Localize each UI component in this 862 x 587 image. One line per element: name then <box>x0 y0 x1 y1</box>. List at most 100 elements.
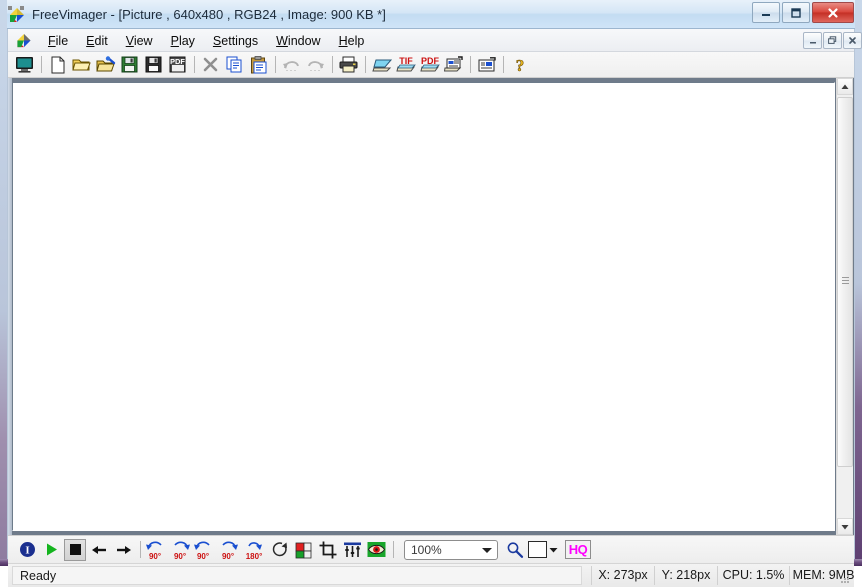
svg-text:PDF: PDF <box>170 57 185 66</box>
mdi-restore-icon <box>824 33 841 48</box>
mdi-client-area <box>8 78 854 535</box>
svg-text:90°: 90° <box>174 552 186 560</box>
window-frame-right <box>855 0 862 566</box>
stop-button[interactable] <box>64 538 86 561</box>
scanner-icon[interactable] <box>370 54 393 76</box>
menu-item-edit[interactable]: Edit <box>77 31 117 51</box>
play-icon[interactable] <box>40 539 62 561</box>
color-balance-icon[interactable] <box>293 539 315 561</box>
toolbar-separator <box>470 56 471 73</box>
window-minimize-button[interactable] <box>752 2 780 23</box>
undo-icon <box>280 54 303 76</box>
chevron-down-icon <box>841 524 849 529</box>
fullscreen-monitor-icon[interactable] <box>13 54 36 76</box>
status-y: Y: 218px <box>654 566 717 585</box>
rotate-left-lossless-icon[interactable]: 90° <box>193 539 215 561</box>
menu-item-view[interactable]: View <box>117 31 162 51</box>
vertical-scrollbar[interactable] <box>836 78 853 535</box>
scroll-up-button[interactable] <box>837 78 853 95</box>
scroll-down-button[interactable] <box>837 518 853 535</box>
svg-text:?: ? <box>515 56 524 74</box>
freevimager-logo-icon <box>8 6 24 22</box>
freevimager-logo-icon <box>17 33 31 48</box>
scrollbar-thumb[interactable] <box>837 97 853 467</box>
toolbar-separator <box>332 56 333 73</box>
menu-item-window[interactable]: Window <box>267 31 329 51</box>
delete-icon[interactable] <box>199 54 222 76</box>
mdi-restore-button[interactable] <box>823 32 842 49</box>
stop-icon <box>69 544 81 555</box>
mdi-close-button[interactable] <box>843 32 862 49</box>
chevron-up-icon <box>841 84 849 89</box>
chevron-down-icon <box>482 547 492 553</box>
minimize-icon <box>753 3 779 22</box>
new-file-icon[interactable] <box>46 54 69 76</box>
window-frame-left <box>0 0 7 566</box>
hq-label: HQ <box>568 542 588 557</box>
window-close-button[interactable] <box>812 2 854 23</box>
copy-icon[interactable] <box>223 54 246 76</box>
save-pdf-icon[interactable]: PDF <box>166 54 189 76</box>
image-canvas[interactable] <box>12 82 835 531</box>
toolbar-separator <box>41 56 42 73</box>
scrollbar-grip-icon <box>842 277 849 287</box>
menu-item-file[interactable]: FFileile <box>39 31 77 51</box>
rotate-right-lossless-icon[interactable]: 90° <box>217 539 239 561</box>
print-icon[interactable] <box>337 54 360 76</box>
background-color-swatch[interactable] <box>528 541 547 558</box>
scan-to-file-icon[interactable] <box>442 54 465 76</box>
save-icon[interactable] <box>118 54 141 76</box>
mdi-close-icon <box>844 33 861 48</box>
status-cpu: CPU: 1.5% <box>717 566 789 585</box>
status-message: Ready <box>12 566 582 585</box>
mdi-minimize-button[interactable] <box>803 32 822 49</box>
status-bar: Ready X: 273px Y: 218px CPU: 1.5% MEM: 9… <box>8 563 854 587</box>
menu-item-help[interactable]: Help <box>330 31 374 51</box>
batch-scan-icon[interactable] <box>475 54 498 76</box>
top-toolbar: PDF TIF PDF ? <box>8 52 854 78</box>
magnifier-icon[interactable] <box>504 539 526 561</box>
color-dropdown-button[interactable] <box>547 540 560 560</box>
svg-text:PDF: PDF <box>421 56 440 66</box>
levels-icon[interactable] <box>341 539 363 561</box>
zoom-level-value: 100% <box>411 542 442 557</box>
svg-text:I: I <box>25 545 29 557</box>
window-maximize-button[interactable] <box>782 2 810 23</box>
rotate-right-90-icon[interactable]: 90° <box>169 539 191 561</box>
crop-icon[interactable] <box>317 539 339 561</box>
open-folder-icon[interactable] <box>70 54 93 76</box>
redo-icon <box>304 54 327 76</box>
rotate-180-icon[interactable]: 180° <box>241 539 267 561</box>
toolbar-separator <box>194 56 195 73</box>
resize-grip-icon[interactable] <box>839 573 851 585</box>
mdi-minimize-icon <box>804 33 821 48</box>
save-as-icon[interactable] <box>142 54 165 76</box>
svg-text:90°: 90° <box>197 552 209 560</box>
toolbar-separator <box>275 56 276 73</box>
menu-item-settings[interactable]: Settings <box>204 31 267 51</box>
info-icon[interactable]: I <box>16 539 38 561</box>
title-bar: FreeVimager - [Picture , 640x480 , RGB24… <box>0 0 862 29</box>
scan-pdf-icon[interactable]: PDF <box>418 54 441 76</box>
window-title: FreeVimager - [Picture , 640x480 , RGB24… <box>32 7 386 22</box>
rotate-left-90-icon[interactable]: 90° <box>145 539 167 561</box>
zoom-combo[interactable]: 100% <box>404 539 498 560</box>
help-question-icon[interactable]: ? <box>508 54 531 76</box>
toolbar-separator <box>503 56 504 73</box>
scan-tif-icon[interactable]: TIF <box>394 54 417 76</box>
hq-button[interactable]: HQ <box>565 540 591 559</box>
red-eye-icon[interactable] <box>365 539 387 561</box>
chevron-down-icon <box>549 547 558 552</box>
svg-text:90°: 90° <box>222 552 234 560</box>
toolbar-separator <box>365 56 366 73</box>
next-icon[interactable] <box>112 539 134 561</box>
client-area: FFileile Edit View Play Settings Window … <box>7 29 862 587</box>
previous-icon[interactable] <box>88 539 110 561</box>
free-rotate-icon[interactable] <box>269 539 291 561</box>
menu-item-play[interactable]: Play <box>162 31 204 51</box>
svg-text:180°: 180° <box>246 552 263 560</box>
toolbar-separator <box>140 541 141 558</box>
svg-text:TIF: TIF <box>399 56 413 66</box>
paste-icon[interactable] <box>247 54 270 76</box>
open-with-icon[interactable] <box>94 54 117 76</box>
